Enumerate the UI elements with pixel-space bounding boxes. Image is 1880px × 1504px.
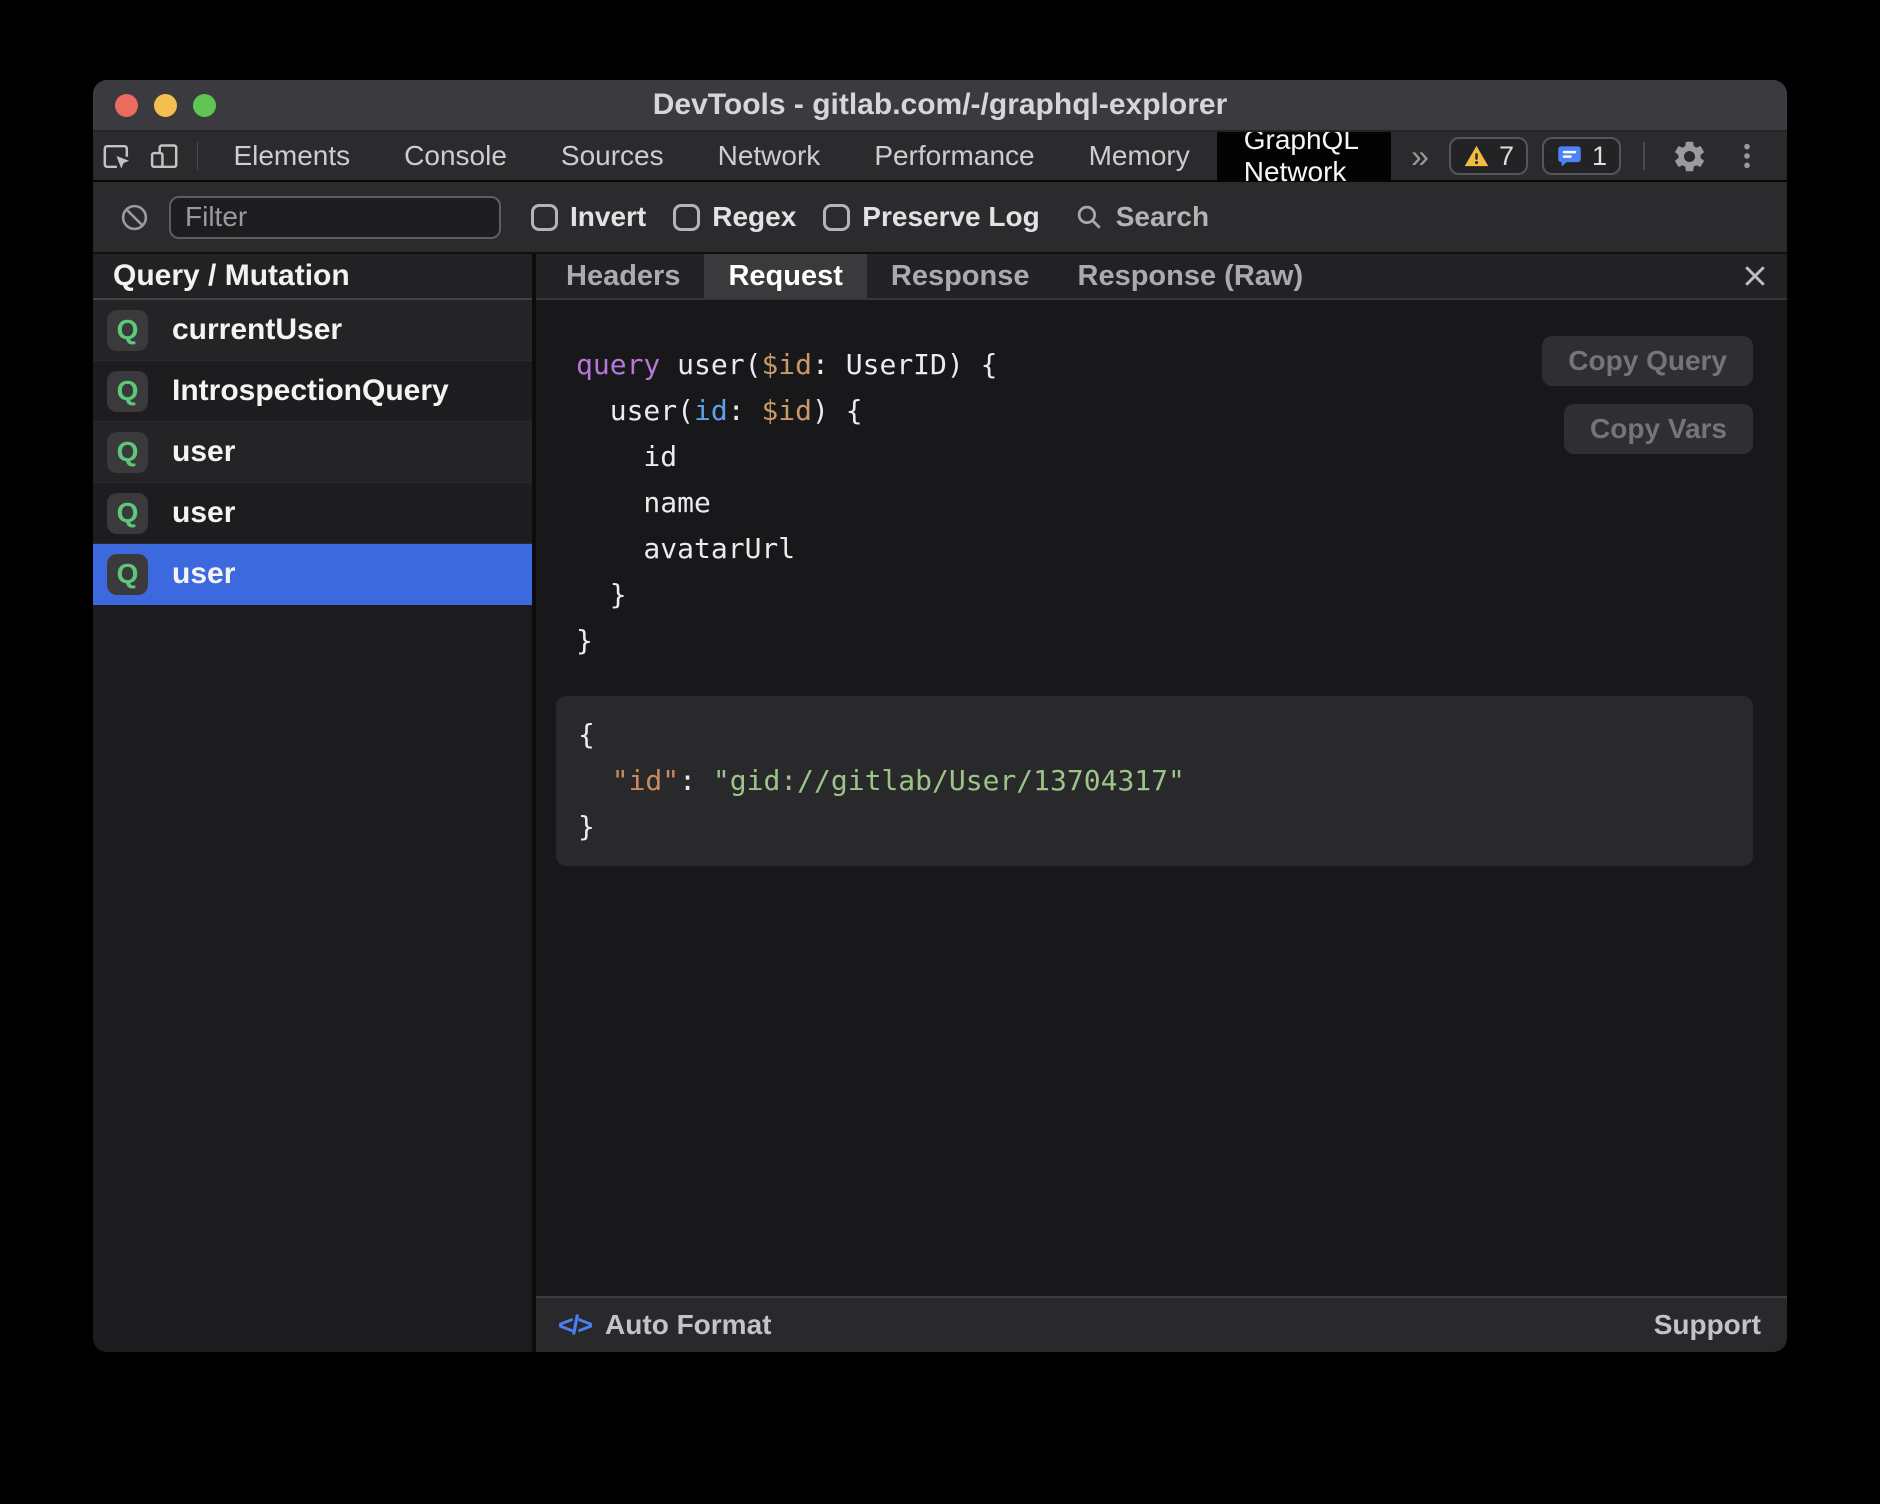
query-name-label: user: [172, 496, 235, 530]
copy-query-button[interactable]: Copy Query: [1542, 336, 1753, 386]
filter-bar: Invert Regex Preserve Log Search: [93, 182, 1787, 254]
traffic-lights: [115, 80, 216, 130]
query-list-item-user[interactable]: Quser: [93, 422, 532, 483]
filter-checkboxes: Invert Regex Preserve Log: [531, 201, 1040, 233]
devtools-tab-console[interactable]: Console: [377, 132, 534, 180]
checkbox-preserve-log[interactable]: Preserve Log: [823, 201, 1039, 233]
checkbox-invert[interactable]: Invert: [531, 201, 646, 233]
request-tab-request[interactable]: Request: [704, 254, 866, 298]
warnings-count: 7: [1499, 141, 1514, 172]
close-window-button[interactable]: [115, 94, 138, 117]
controls-separator: [1643, 142, 1645, 170]
panel-footer: </> Auto Format Support: [536, 1296, 1787, 1352]
filter-input[interactable]: [169, 196, 501, 239]
copy-vars-button[interactable]: Copy Vars: [1564, 404, 1753, 454]
checkbox-label: Regex: [712, 201, 796, 233]
settings-button[interactable]: [1667, 134, 1711, 178]
checkbox-box-regex[interactable]: [673, 204, 700, 231]
warning-icon: [1463, 143, 1490, 170]
code-line: "id": "gid://gitlab/User/13704317": [556, 758, 1753, 804]
issues-badge[interactable]: 1: [1542, 137, 1621, 175]
auto-format-button[interactable]: Auto Format: [605, 1309, 771, 1341]
devtools-tab-performance[interactable]: Performance: [847, 132, 1061, 180]
tabbar-separator: [197, 142, 199, 170]
close-panel-button[interactable]: [1723, 254, 1787, 298]
request-tab-items: HeadersRequestResponseResponse (Raw): [542, 254, 1327, 298]
message-icon: [1556, 143, 1583, 170]
block-icon: [119, 202, 150, 233]
checkbox-regex[interactable]: Regex: [673, 201, 796, 233]
warnings-badge[interactable]: 7: [1449, 137, 1528, 175]
query-list-item-user[interactable]: Quser: [93, 544, 532, 605]
tabbar-right-controls: 7 1: [1449, 132, 1787, 180]
sidebar: Query / Mutation QcurrentUserQIntrospect…: [93, 254, 536, 1352]
request-panel: HeadersRequestResponseResponse (Raw) que…: [536, 254, 1787, 1352]
devtools-tab-memory[interactable]: Memory: [1062, 132, 1217, 180]
kebab-menu-icon: [1731, 140, 1763, 172]
titlebar: DevTools - gitlab.com/-/graphql-explorer: [93, 80, 1787, 132]
device-toolbar-icon: [148, 140, 181, 173]
query-type-badge: Q: [107, 310, 148, 351]
code-line: avatarUrl: [576, 526, 1753, 572]
query-list: QcurrentUserQIntrospectionQueryQuserQuse…: [93, 300, 532, 605]
query-name-label: currentUser: [172, 313, 342, 347]
code-line: name: [576, 480, 1753, 526]
query-name-label: user: [172, 435, 235, 469]
query-list-item-IntrospectionQuery[interactable]: Q IntrospectionQuery: [93, 361, 532, 422]
support-link[interactable]: Support: [1654, 1309, 1761, 1341]
devtools-tabbar: ElementsConsoleSourcesNetworkPerformance…: [93, 132, 1787, 182]
devtools-tab-elements[interactable]: Elements: [206, 132, 377, 180]
minimize-window-button[interactable]: [154, 94, 177, 117]
search-control[interactable]: Search: [1074, 201, 1209, 233]
window-title: DevTools - gitlab.com/-/graphql-explorer: [653, 88, 1228, 122]
query-list-item-currentUser[interactable]: QcurrentUser: [93, 300, 532, 361]
variables-box: { "id": "gid://gitlab/User/13704317"}: [556, 696, 1753, 866]
device-toolbar-button[interactable]: [141, 132, 189, 180]
more-options-button[interactable]: [1725, 134, 1769, 178]
copy-buttons: Copy Query Copy Vars: [1542, 336, 1753, 454]
query-name-label: IntrospectionQuery: [172, 374, 449, 408]
request-tab-headers[interactable]: Headers: [542, 254, 704, 298]
devtools-tab-network[interactable]: Network: [691, 132, 848, 180]
code-line: {: [556, 712, 1753, 758]
request-panel-tabs: HeadersRequestResponseResponse (Raw): [536, 254, 1787, 300]
query-type-badge: Q: [107, 554, 148, 595]
main-area: Query / Mutation QcurrentUserQIntrospect…: [93, 254, 1787, 1352]
query-type-badge: Q: [107, 493, 148, 534]
more-tabs-button[interactable]: »: [1391, 132, 1449, 180]
maximize-window-button[interactable]: [193, 94, 216, 117]
checkbox-label: Preserve Log: [862, 201, 1039, 233]
search-label: Search: [1116, 201, 1209, 233]
checkbox-label: Invert: [570, 201, 646, 233]
query-list-item-user[interactable]: Quser: [93, 483, 532, 544]
checkbox-box-preserve-log[interactable]: [823, 204, 850, 231]
request-tab-response-raw[interactable]: Response (Raw): [1054, 254, 1328, 298]
clear-button[interactable]: [113, 196, 155, 238]
inspect-icon: [100, 140, 133, 173]
sidebar-header: Query / Mutation: [93, 254, 532, 300]
code-format-icon: </>: [558, 1310, 591, 1341]
search-icon: [1074, 202, 1104, 232]
devtools-tab-sources[interactable]: Sources: [534, 132, 691, 180]
code-line: }: [576, 618, 1753, 664]
devtools-window: DevTools - gitlab.com/-/graphql-explorer…: [93, 80, 1787, 1352]
query-name-label: user: [172, 557, 235, 591]
code-line: }: [576, 572, 1753, 618]
query-type-badge: Q: [107, 371, 148, 412]
checkbox-box-invert[interactable]: [531, 204, 558, 231]
devtools-tab-graphql-network[interactable]: GraphQL Network: [1217, 132, 1391, 180]
close-icon: [1740, 261, 1770, 291]
gear-icon: [1671, 138, 1708, 175]
request-content: query user($id: UserID) { user(id: $id) …: [536, 300, 1787, 1296]
query-type-badge: Q: [107, 432, 148, 473]
inspect-element-button[interactable]: [93, 132, 141, 180]
code-line: }: [556, 804, 1753, 850]
request-tab-response[interactable]: Response: [867, 254, 1054, 298]
devtools-tabbar-tabs: ElementsConsoleSourcesNetworkPerformance…: [206, 132, 1391, 180]
issues-count: 1: [1592, 141, 1607, 172]
